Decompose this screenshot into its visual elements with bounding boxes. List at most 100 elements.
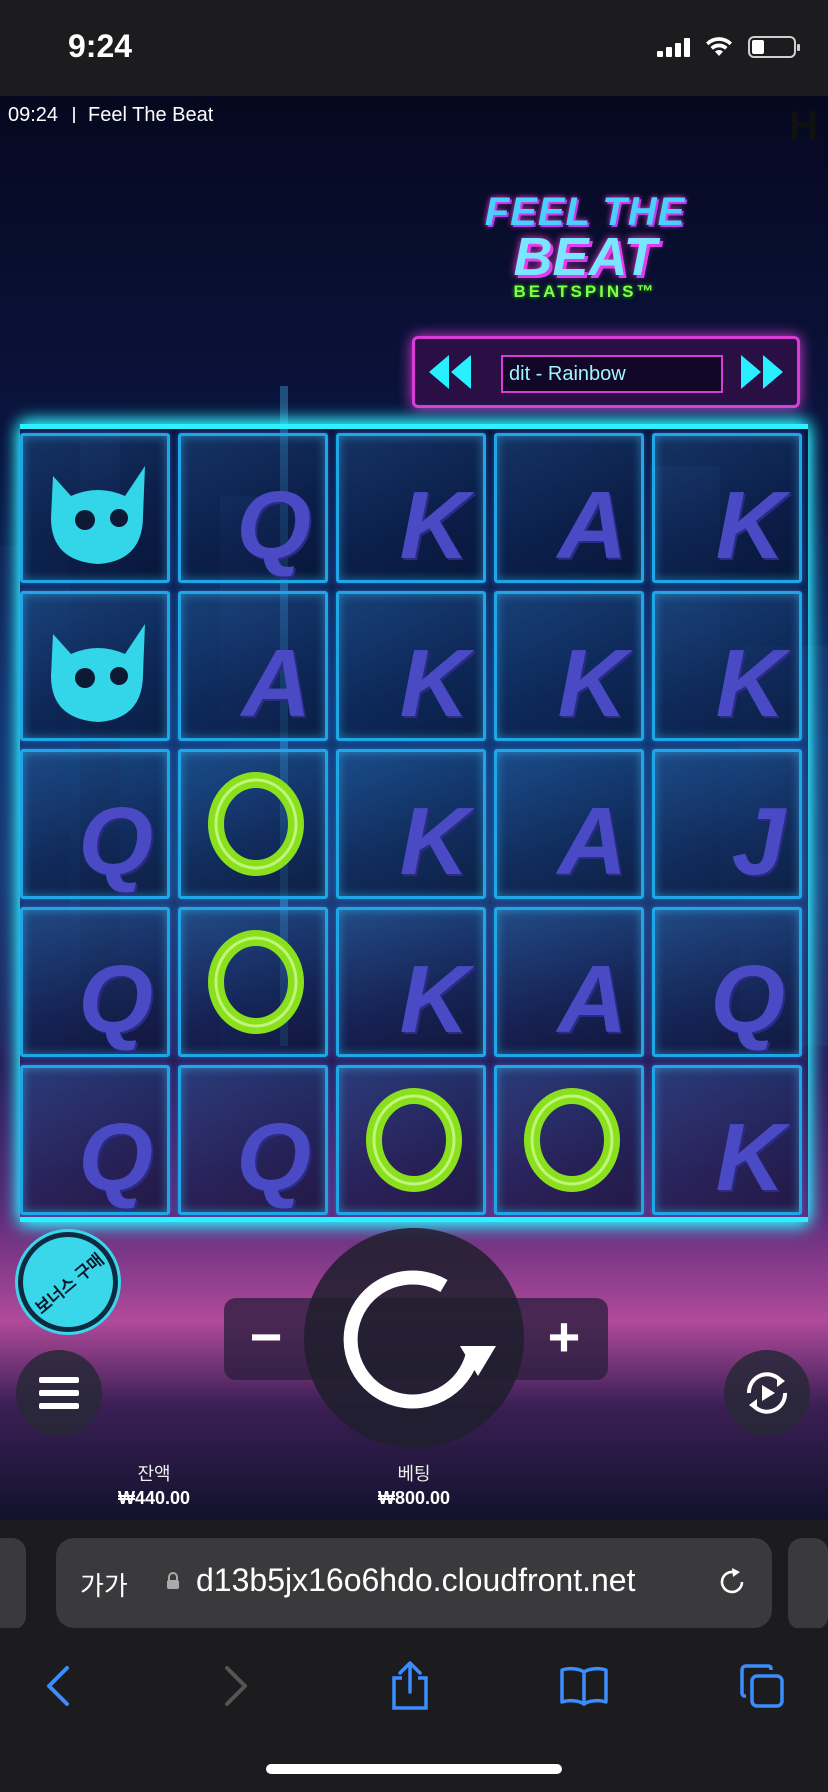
reel-cell: A (494, 433, 644, 583)
letter-symbol: Q (78, 788, 153, 895)
battery-icon (748, 36, 800, 58)
autoplay-icon (746, 1372, 788, 1414)
letter-symbol: Q (236, 1104, 311, 1211)
bet-value: ₩800.00 (377, 1488, 451, 1508)
letter-symbol: K (557, 630, 627, 737)
bookmarks-button[interactable] (554, 1656, 614, 1716)
autoplay-button[interactable] (724, 1350, 810, 1436)
game-clock: 09:24 (8, 104, 59, 126)
reel-cell (178, 907, 328, 1057)
cat-head-icon (51, 466, 145, 564)
share-icon (392, 1661, 428, 1710)
reel-cell: K (336, 907, 486, 1057)
reel-cell: Q (178, 433, 328, 583)
reel-cell: Q (178, 1065, 328, 1215)
balance-display: 잔액 ₩440.00 (74, 1460, 234, 1509)
reel-cell: K (336, 433, 486, 583)
letter-symbol: K (715, 1104, 785, 1211)
spin-button[interactable] (304, 1228, 524, 1448)
letter-symbol: K (715, 472, 785, 579)
reel-cell (20, 591, 170, 741)
reel-grid: QKAKAKKKQKAJQKAQQQK (20, 424, 808, 1222)
letter-symbol: A (557, 788, 627, 895)
text-size-button[interactable]: 가가 (80, 1566, 128, 1603)
book-icon (560, 1666, 608, 1706)
letter-symbol: Q (710, 946, 785, 1053)
letter-symbol: K (399, 946, 469, 1053)
balance-value: ₩440.00 (117, 1488, 191, 1508)
bet-label: 베팅 (397, 1464, 431, 1484)
reel-cell: Q (652, 907, 802, 1057)
forward-button[interactable] (206, 1656, 266, 1716)
reload-icon[interactable] (714, 1564, 750, 1600)
title-separator (73, 107, 75, 123)
increase-bet-button[interactable]: + (534, 1304, 594, 1374)
letter-symbol: K (399, 630, 469, 737)
mode-selector: dit - Rainbow (412, 336, 800, 408)
provider-logo: H (789, 104, 818, 148)
hamburger-icon (39, 1377, 79, 1409)
letter-symbol: A (241, 630, 311, 737)
letter-symbol: Q (78, 1104, 153, 1211)
green-ring-icon (524, 1088, 620, 1192)
url-text: d13b5jx16o6hdo.cloudfront.net (196, 1562, 636, 1598)
next-mode-button[interactable] (737, 349, 787, 395)
reel-cell: K (494, 591, 644, 741)
letter-symbol: K (399, 788, 469, 895)
cat-head-icon (51, 624, 145, 722)
reel-cell: A (178, 591, 328, 741)
spin-arrow-icon (343, 1270, 496, 1409)
green-ring-icon (208, 930, 304, 1034)
previous-mode-button[interactable] (425, 349, 475, 395)
wifi-icon (706, 37, 732, 56)
reel-cell: Q (20, 749, 170, 899)
previous-tab-preview[interactable] (0, 1538, 26, 1630)
reel-cell: K (652, 433, 802, 583)
logo-line-3: BEATSPINS™ (513, 282, 657, 301)
letter-symbol: J (731, 788, 785, 895)
reel-cell: K (652, 591, 802, 741)
letter-symbol: K (715, 630, 785, 737)
rewind-icon (429, 355, 471, 389)
reel-cell: A (494, 749, 644, 899)
reel-cell: A (494, 907, 644, 1057)
bonus-buy-button[interactable]: 보너스 구매 (18, 1232, 118, 1332)
green-ring-icon (366, 1088, 462, 1192)
status-bar: 9:24 (0, 0, 828, 96)
reel-cell: J (652, 749, 802, 899)
letter-symbol: A (557, 472, 627, 579)
mode-label: dit - Rainbow (501, 355, 723, 393)
letter-symbol: Q (236, 472, 311, 579)
chevron-right-icon (225, 1666, 247, 1706)
share-button[interactable] (380, 1656, 440, 1716)
reel-cell: K (336, 749, 486, 899)
logo-line-1: FEEL THE (484, 190, 686, 234)
logo-line-2: BEAT (513, 227, 657, 287)
reel-cell (336, 1065, 486, 1215)
bonus-buy-label: 보너스 구매 (31, 1249, 108, 1318)
menu-button[interactable] (16, 1350, 102, 1436)
address-bar[interactable]: 가가 d13b5jx16o6hdo.cloudfront.net (56, 1538, 772, 1628)
fast-forward-icon (741, 355, 783, 389)
home-indicator (266, 1764, 562, 1774)
chevron-left-icon (47, 1666, 69, 1706)
cellular-signal-icon (657, 37, 690, 57)
next-tab-preview[interactable] (788, 1538, 828, 1630)
game-title: Feel The Beat (88, 104, 214, 126)
reel-cell: Q (20, 907, 170, 1057)
back-button[interactable] (28, 1656, 88, 1716)
status-icons (657, 36, 800, 58)
browser-address-area: 가가 d13b5jx16o6hdo.cloudfront.net (0, 1520, 828, 1630)
green-ring-icon (208, 772, 304, 876)
letter-symbol: Q (78, 946, 153, 1053)
tabs-icon (740, 1664, 784, 1708)
letter-symbol: A (557, 946, 627, 1053)
game-canvas[interactable]: 09:24 Feel The Beat H FEEL THE BEAT BEAT… (0, 96, 828, 1520)
reel-cell (20, 433, 170, 583)
tabs-button[interactable] (732, 1656, 792, 1716)
lock-icon (167, 1572, 179, 1589)
decrease-bet-button[interactable]: − (236, 1304, 296, 1374)
reel-cell: K (336, 591, 486, 741)
bet-display: 베팅 ₩800.00 (334, 1460, 494, 1509)
reel-cell (494, 1065, 644, 1215)
